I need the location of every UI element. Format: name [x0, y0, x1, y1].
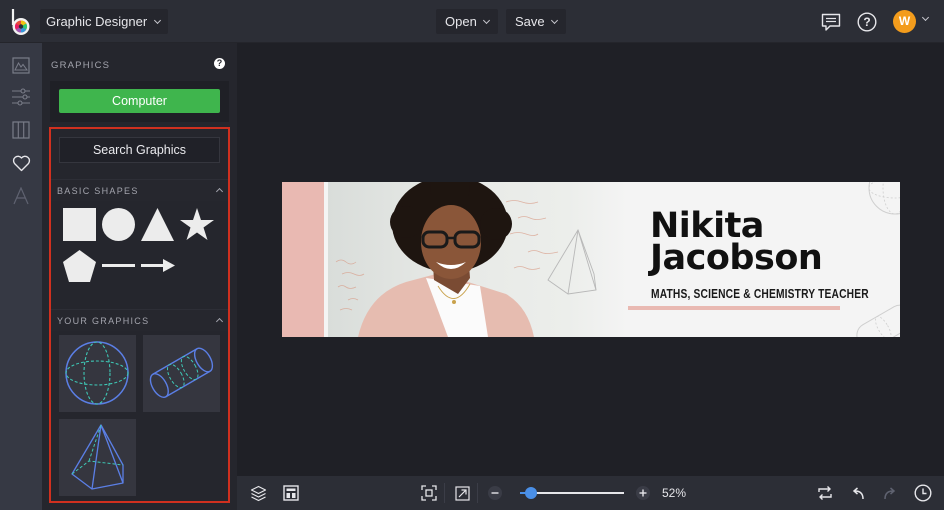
feedback-button[interactable]	[820, 11, 842, 33]
redo-icon	[884, 487, 896, 500]
layout-columns-icon	[12, 121, 30, 139]
tool-rail	[0, 43, 42, 510]
open-menu-button[interactable]: Open	[436, 9, 498, 34]
search-graphics-button[interactable]: Search Graphics	[59, 137, 220, 163]
rail-item-text[interactable]	[9, 184, 33, 208]
upload-from-computer-button[interactable]: Computer	[59, 89, 220, 113]
app-window: Graphic Designer Open Save ? W GRAPHICS …	[0, 0, 944, 510]
shape-pentagon[interactable]	[63, 250, 96, 282]
clock-icon	[914, 484, 932, 502]
canvas-workspace: Nikita Jacobson MATHS, SCIENCE & CHEMIST…	[237, 43, 944, 476]
graphics-panel: GRAPHICS ? Computer Search Graphics BASI…	[42, 43, 237, 510]
plus-circle-icon	[636, 486, 650, 500]
swap-arrows-icon	[818, 486, 832, 500]
app-name: Graphic Designer	[46, 14, 148, 29]
section-label: YOUR GRAPHICS	[57, 316, 150, 326]
help-circle-icon: ?	[856, 11, 877, 32]
shape-circle[interactable]	[102, 208, 135, 241]
text-icon	[13, 187, 29, 205]
open-label: Open	[445, 14, 477, 29]
shape-arrow[interactable]	[141, 259, 175, 272]
pyramid-wireframe-icon	[71, 424, 124, 490]
your-graphics-header[interactable]: YOUR GRAPHICS	[51, 309, 228, 331]
highlighted-graphics-area: Search Graphics BASIC SHAPES YOUR GRAPHI…	[49, 127, 230, 503]
shape-line[interactable]	[102, 264, 135, 268]
zoom-slider[interactable]	[520, 487, 624, 499]
design-underline[interactable]	[628, 306, 840, 310]
upload-section: Computer	[50, 81, 229, 122]
redo-button[interactable]	[881, 484, 899, 502]
chevron-down-icon	[482, 16, 490, 24]
divider	[477, 483, 478, 503]
rail-item-graphics[interactable]	[9, 151, 33, 175]
cylinder-wireframe-icon	[149, 347, 214, 398]
flip-button[interactable]	[816, 484, 834, 502]
zoom-in-button[interactable]	[634, 484, 652, 502]
shape-star[interactable]	[180, 208, 214, 241]
design-pink-bar[interactable]	[282, 182, 324, 337]
top-bar: Graphic Designer Open Save ? W	[0, 0, 944, 43]
template-layout-button[interactable]	[282, 484, 300, 502]
panel-title: GRAPHICS	[51, 60, 111, 71]
bottom-toolbar: 52%	[237, 476, 944, 510]
rail-item-frames[interactable]	[9, 118, 33, 142]
graphic-cylinder[interactable]	[143, 335, 220, 412]
expand-button[interactable]	[453, 484, 471, 502]
section-label: BASIC SHAPES	[57, 186, 139, 196]
layout-template-icon	[283, 485, 299, 501]
shape-triangle[interactable]	[141, 208, 174, 241]
photo-illustration	[335, 182, 597, 337]
sliders-icon	[12, 88, 30, 106]
image-icon	[12, 56, 30, 74]
svg-text:?: ?	[863, 15, 870, 29]
fit-to-screen-button[interactable]	[420, 484, 438, 502]
zoom-slider-thumb[interactable]	[525, 487, 537, 499]
history-button[interactable]	[914, 484, 932, 502]
divider	[444, 483, 445, 503]
help-icon[interactable]: ?	[214, 58, 225, 69]
heart-icon	[12, 155, 30, 171]
fit-screen-icon	[421, 485, 437, 501]
basic-shapes-header[interactable]: BASIC SHAPES	[51, 179, 228, 201]
design-name-last[interactable]: Jacobson	[650, 238, 823, 278]
layers-icon	[250, 485, 266, 501]
undo-button[interactable]	[849, 484, 867, 502]
chat-bubble-icon	[821, 13, 841, 31]
chevron-down-icon	[154, 16, 162, 24]
layers-button[interactable]	[249, 484, 267, 502]
shape-square[interactable]	[63, 208, 96, 241]
zoom-out-button[interactable]	[486, 484, 504, 502]
chevron-down-icon	[550, 16, 558, 24]
chevron-down-icon[interactable]	[921, 13, 930, 22]
rail-item-adjust[interactable]	[9, 85, 33, 109]
sphere-wireframe-icon	[65, 341, 129, 405]
rail-item-image[interactable]	[9, 53, 33, 77]
help-button[interactable]: ?	[856, 11, 877, 32]
design-subtitle[interactable]: MATHS, SCIENCE & CHEMISTRY TEACHER	[651, 287, 869, 301]
expand-arrow-icon	[454, 485, 470, 501]
zoom-percentage: 52%	[662, 486, 687, 500]
chevron-up-icon[interactable]	[215, 317, 224, 326]
graphic-pyramid[interactable]	[59, 419, 136, 496]
undo-icon	[852, 487, 864, 500]
teacher-photo[interactable]	[328, 182, 628, 337]
app-switcher-dropdown[interactable]: Graphic Designer	[40, 9, 169, 34]
save-menu-button[interactable]: Save	[506, 9, 566, 34]
user-avatar[interactable]: W	[893, 10, 916, 33]
design-canvas[interactable]: Nikita Jacobson MATHS, SCIENCE & CHEMIST…	[282, 182, 900, 337]
chevron-up-icon[interactable]	[215, 187, 224, 196]
app-logo-icon[interactable]	[10, 8, 32, 36]
minus-circle-icon	[488, 486, 502, 500]
decorative-shapes	[856, 182, 900, 337]
graphic-sphere[interactable]	[59, 335, 136, 412]
save-label: Save	[515, 14, 545, 29]
